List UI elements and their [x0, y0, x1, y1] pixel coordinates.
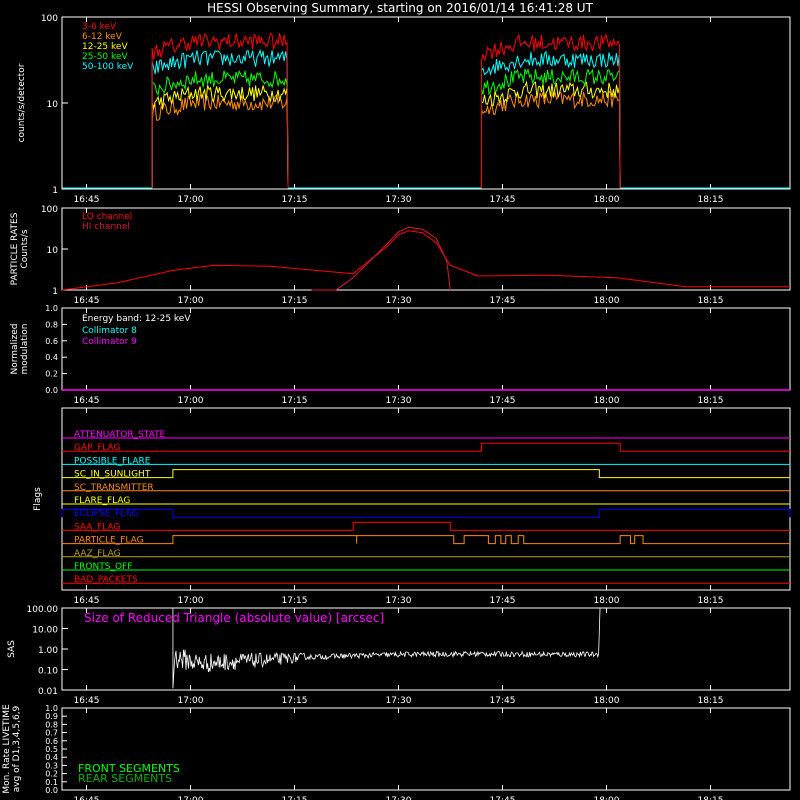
legend-entry: 6-12 keV	[82, 32, 123, 42]
time-tick-label: 17:45	[490, 195, 516, 205]
y-tick-label: 0.0	[45, 786, 58, 795]
time-tick-label: 17:45	[490, 396, 516, 406]
time-tick-label: 18:00	[594, 396, 620, 406]
y-tick-label: 0.4	[45, 753, 58, 762]
y-tick-label: 1.00	[38, 646, 58, 656]
time-tick-label: 18:00	[594, 796, 620, 800]
y-tick-label: 10	[47, 246, 59, 256]
legend-entry: HI channel	[82, 222, 130, 232]
time-tick-label: 17:00	[178, 696, 204, 706]
y-axis-label: Counts/s	[20, 229, 30, 268]
legend-entry: Collimator 8	[82, 326, 137, 336]
sas-annotation: Size of Reduced Triangle (absolute value…	[84, 611, 384, 625]
y-tick-label: 0.8	[45, 320, 58, 329]
time-tick-label: 17:00	[178, 596, 204, 606]
y-axis-label: Flags	[33, 487, 43, 511]
legend-entry: 25-50 keV	[82, 52, 128, 62]
time-tick-label: 18:15	[698, 596, 724, 606]
legend-entry: REAR SEGMENTS	[78, 772, 172, 785]
y-tick-label: 0.8	[45, 720, 58, 729]
time-tick-label: 18:00	[594, 195, 620, 205]
time-tick-label: 17:45	[490, 696, 516, 706]
y-tick-label: 1.0	[45, 704, 58, 713]
time-tick-label: 17:00	[178, 296, 204, 306]
time-tick-label: 18:00	[594, 296, 620, 306]
legend-entry: 3-6 keV	[82, 22, 117, 32]
y-tick-label: 10.00	[32, 626, 58, 636]
time-tick-label: 17:00	[178, 396, 204, 406]
time-tick-label: 17:45	[490, 296, 516, 306]
y-axis-label: counts/s/detector	[17, 63, 27, 142]
time-tick-label: 17:30	[386, 396, 412, 406]
time-tick-label: 16:45	[74, 195, 100, 205]
y-tick-label: 0.5	[45, 745, 58, 754]
y-axis-label: PARTICLE RATES	[10, 212, 20, 285]
time-tick-label: 18:00	[594, 596, 620, 606]
flag-label: ECLIPSE_FLAG	[74, 509, 138, 519]
time-tick-label: 17:30	[386, 296, 412, 306]
y-tick-label: 0.0	[45, 386, 58, 395]
time-tick-label: 17:30	[386, 596, 412, 606]
hessi-summary-figure: HESSI Observing Summary, starting on 201…	[0, 0, 800, 800]
time-tick-label: 16:45	[74, 796, 100, 800]
y-tick-label: 0.01	[38, 687, 58, 697]
y-tick-label: 100.00	[27, 605, 59, 615]
time-tick-label: 17:30	[386, 796, 412, 800]
time-tick-label: 17:15	[282, 796, 308, 800]
time-tick-label: 18:15	[698, 296, 724, 306]
y-tick-label: 1.0	[45, 304, 58, 313]
time-tick-label: 16:45	[74, 396, 100, 406]
y-tick-label: 1	[52, 186, 58, 196]
y-axis-label: SAS	[7, 640, 17, 658]
time-tick-label: 17:30	[386, 195, 412, 205]
figure-title: HESSI Observing Summary, starting on 201…	[207, 1, 593, 15]
legend-entry: Collimator 9	[82, 337, 137, 347]
time-tick-label: 17:15	[282, 696, 308, 706]
time-tick-label: 18:15	[698, 396, 724, 406]
y-tick-label: 0.2	[45, 370, 58, 379]
time-tick-label: 17:15	[282, 296, 308, 306]
y-tick-label: 0.6	[45, 337, 58, 346]
time-tick-label: 18:15	[698, 696, 724, 706]
y-axis-label: modulation	[20, 324, 30, 375]
y-tick-label: 0.6	[45, 737, 58, 746]
legend-entry: 12-25 keV	[82, 42, 128, 52]
y-tick-label: 0.2	[45, 770, 58, 779]
time-tick-label: 18:00	[594, 696, 620, 706]
time-tick-label: 17:30	[386, 696, 412, 706]
time-tick-label: 17:15	[282, 396, 308, 406]
y-tick-label: 0.4	[45, 353, 58, 362]
time-tick-label: 17:00	[178, 195, 204, 205]
time-tick-label: 18:15	[698, 796, 724, 800]
time-tick-label: 17:45	[490, 796, 516, 800]
y-tick-label: 0.1	[45, 778, 58, 787]
y-tick-label: 0.9	[45, 712, 58, 721]
time-tick-label: 17:15	[282, 195, 308, 205]
y-axis-label: avg of D1,3,4,5,6,9	[12, 705, 22, 792]
time-tick-label: 16:45	[74, 596, 100, 606]
time-tick-label: 17:45	[490, 596, 516, 606]
time-tick-label: 16:45	[74, 696, 100, 706]
y-tick-label: 100	[41, 14, 58, 24]
time-tick-label: 17:00	[178, 796, 204, 800]
y-tick-label: 0.7	[45, 729, 58, 738]
y-tick-label: 0.10	[38, 667, 58, 677]
legend-entry: LO channel	[82, 212, 132, 222]
y-tick-label: 1	[52, 287, 58, 297]
y-axis-label: Mon. Rate LIVETIME	[2, 704, 12, 794]
time-tick-label: 18:15	[698, 195, 724, 205]
time-tick-label: 16:45	[74, 296, 100, 306]
y-tick-label: 0.3	[45, 761, 58, 770]
y-tick-label: 10	[47, 100, 59, 110]
energy-band-annotation: Energy band: 12-25 keV	[82, 314, 191, 324]
y-axis-label: Normalized	[10, 323, 20, 374]
y-tick-label: 100	[41, 205, 58, 215]
legend-entry: 50-100 keV	[82, 62, 134, 72]
time-tick-label: 17:15	[282, 596, 308, 606]
